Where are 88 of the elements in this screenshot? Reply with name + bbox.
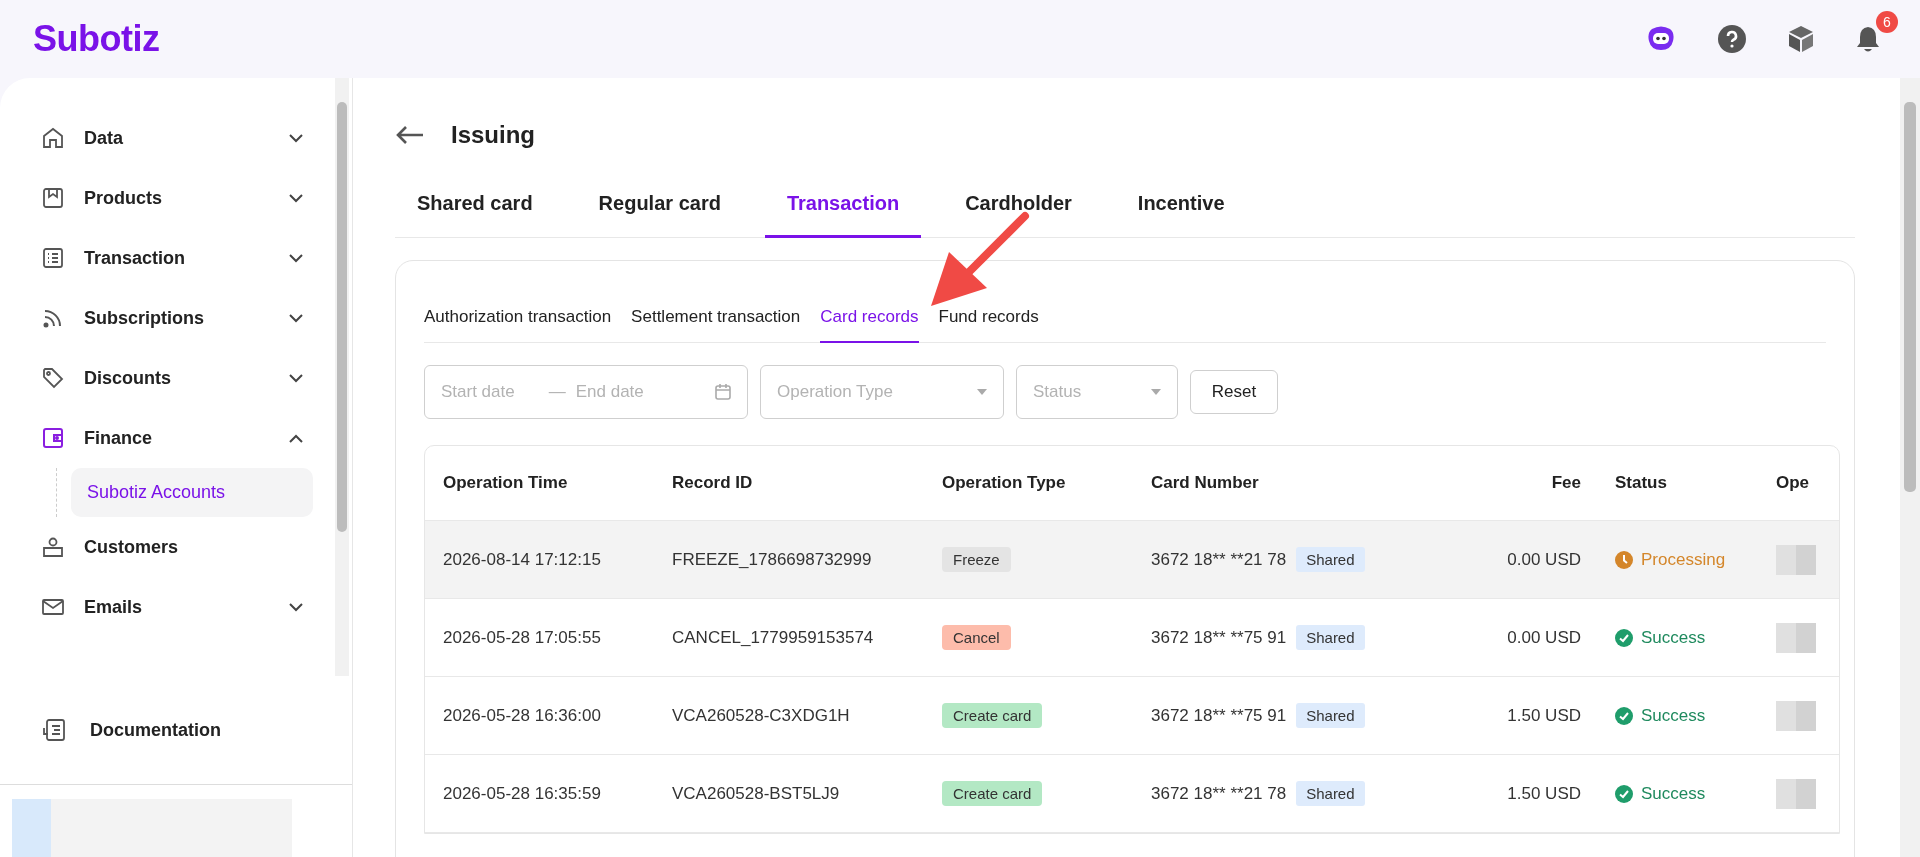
table-cell: 3672 18** **75 91 [1151, 705, 1287, 726]
package-icon[interactable] [1788, 25, 1814, 53]
operation-tag: Freeze [942, 547, 1011, 572]
calendar-icon [715, 384, 731, 400]
home-icon [42, 127, 64, 149]
card-tag: Shared [1296, 781, 1365, 806]
table-cell: 0.00 USD [1507, 549, 1581, 570]
caret-icon [977, 389, 987, 395]
list-icon [42, 247, 64, 269]
column-header: Card Number [1151, 473, 1259, 493]
logo[interactable]: Subotiz [33, 18, 160, 60]
bell-icon[interactable] [1856, 25, 1880, 53]
tab[interactable]: Fund records [938, 291, 1039, 343]
sidebar-item[interactable]: Data [42, 108, 313, 168]
table-cell: 3672 18** **75 91 [1151, 627, 1287, 648]
blurred-placeholder [1776, 700, 1816, 731]
scrollbar[interactable] [1900, 78, 1920, 857]
tab[interactable]: Settlement transaction [631, 291, 801, 343]
sidebar-item[interactable]: Customers [42, 517, 313, 577]
tag-icon [42, 367, 64, 389]
box-icon [42, 187, 64, 209]
check-circle-icon [1615, 784, 1633, 803]
table-row[interactable]: 2026-05-28 16:36:00 VCA260528-C3XDG1H Create card 3672 18** **75 91 Shared 1.50 USD Success [425, 677, 1839, 755]
table-cell: 3672 18** **21 78 [1151, 783, 1287, 804]
notification-badge: 6 [1876, 11, 1898, 33]
check-circle-icon [1615, 628, 1633, 647]
table-cell: 3672 18** **21 78 [1151, 549, 1287, 570]
blurred-placeholder [1776, 544, 1816, 575]
table-cell: 2026-08-14 17:12:15 [443, 549, 601, 570]
table-cell: 1.50 USD [1507, 705, 1581, 726]
operation-tag: Create card [942, 703, 1043, 728]
table-cell: 2026-05-28 17:05:55 [443, 627, 601, 648]
table-row[interactable]: 2026-05-28 17:05:55 CANCEL_1779959153574 Cancel 3672 18** **75 91 Shared 0.00 USD Success [425, 599, 1839, 677]
table-cell: CANCEL_1779959153574 [672, 627, 874, 648]
operation-tag: Cancel [942, 625, 1011, 650]
card-tag: Shared [1296, 703, 1365, 728]
sidebar-item[interactable]: Subscriptions [42, 288, 313, 348]
page-title: Issuing [451, 121, 535, 149]
robot-icon[interactable] [1646, 25, 1676, 53]
document-icon [42, 718, 66, 742]
operation-tag: Create card [942, 781, 1043, 806]
sidebar-item[interactable]: Transaction [42, 228, 313, 288]
card-tag: Shared [1296, 625, 1365, 650]
back-arrow-icon[interactable] [395, 125, 425, 145]
mail-icon [42, 596, 64, 618]
table-cell: 1.50 USD [1507, 783, 1581, 804]
table-cell: 2026-05-28 16:36:00 [443, 705, 601, 726]
user-icon [42, 536, 64, 558]
table-cell: FREEZE_1786698732999 [672, 549, 872, 570]
blurred-placeholder [1776, 622, 1816, 653]
card-tag: Shared [1296, 547, 1365, 572]
status-label: Success [1615, 627, 1706, 648]
sidebar-subitem[interactable]: Subotiz Accounts [71, 468, 313, 517]
wallet-icon [42, 427, 64, 449]
table-row[interactable]: 2026-05-28 16:35:59 VCA260528-BST5LJ9 Create card 3672 18** **21 78 Shared 1.50 USD Success [425, 755, 1839, 833]
status-label: Processing [1615, 549, 1726, 570]
tab[interactable]: Regular card [576, 176, 743, 238]
column-header: Operation Time [443, 473, 568, 493]
scrollbar[interactable] [335, 78, 349, 676]
sidebar-item[interactable]: Finance [42, 408, 313, 468]
reset-button[interactable]: Reset [1190, 370, 1278, 414]
table-cell: VCA260528-C3XDG1H [672, 705, 850, 726]
table-row[interactable]: 2026-08-14 17:12:15 FREEZE_1786698732999 Freeze 3672 18** **21 78 Shared 0.00 USD Processing [425, 521, 1839, 599]
column-header: Status [1615, 473, 1667, 493]
sidebar-item[interactable]: Discounts [42, 348, 313, 408]
rss-icon [42, 307, 64, 329]
tab[interactable]: Transaction [764, 176, 922, 238]
status-label: Success [1615, 705, 1706, 726]
tab[interactable]: Cardholder [943, 176, 1094, 238]
tab[interactable]: Shared card [395, 176, 555, 238]
sidebar-item[interactable]: Products [42, 168, 313, 228]
status-label: Success [1615, 783, 1706, 804]
column-header: Operation Type [942, 473, 1066, 493]
column-header: Fee [1551, 473, 1581, 493]
column-header: Record ID [672, 473, 753, 493]
tab[interactable]: Incentive [1115, 176, 1247, 238]
caret-icon [1151, 389, 1161, 395]
table-cell: 2026-05-28 16:35:59 [443, 783, 601, 804]
table-cell: 0.00 USD [1507, 627, 1581, 648]
tab[interactable]: Card records [820, 291, 919, 343]
clock-icon [1615, 550, 1633, 569]
check-circle-icon [1615, 706, 1633, 725]
table-cell: VCA260528-BST5LJ9 [672, 783, 840, 804]
blurred-placeholder [1776, 778, 1816, 809]
tab[interactable]: Authorization transaction [424, 291, 612, 343]
sidebar-item[interactable]: Emails [42, 577, 313, 637]
help-icon[interactable] [1718, 25, 1746, 53]
column-header: Ope [1776, 473, 1810, 493]
